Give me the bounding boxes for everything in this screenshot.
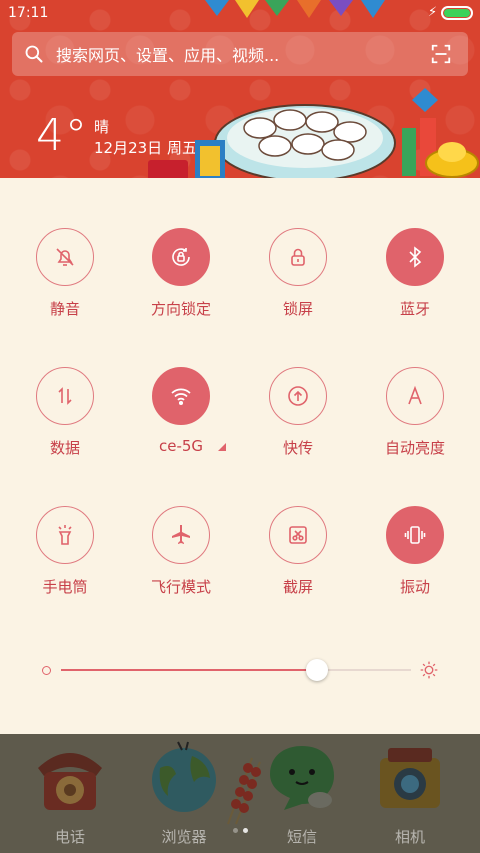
- tile-airplane[interactable]: 飞行模式: [126, 506, 236, 597]
- quick-share-toggle[interactable]: [269, 367, 327, 425]
- weather-temperature[interactable]: 4°: [36, 110, 88, 161]
- screenshot-button[interactable]: [269, 506, 327, 564]
- vibrate-toggle[interactable]: [386, 506, 444, 564]
- tile-quick-share[interactable]: 快传: [243, 367, 353, 458]
- tile-screenshot[interactable]: 截屏: [243, 506, 353, 597]
- airplane-toggle[interactable]: [152, 506, 210, 564]
- brightness-fill: [61, 669, 317, 671]
- wifi-icon: [171, 388, 191, 406]
- tile-lock-screen[interactable]: 锁屏: [243, 228, 353, 319]
- bluetooth-icon: [409, 246, 422, 268]
- tile-bluetooth[interactable]: 蓝牙: [360, 228, 470, 319]
- brightness-thumb[interactable]: [305, 659, 328, 681]
- flashlight-icon: [58, 525, 72, 545]
- tile-label-vibrate: 振动: [399, 578, 430, 596]
- status-bar: 17:11 ⚡: [0, 0, 480, 26]
- tile-wifi[interactable]: ce-5G: [126, 367, 236, 455]
- home-dock: 电话 浏览器 短信 相机: [0, 734, 480, 853]
- tile-mute[interactable]: 静音: [10, 228, 120, 319]
- flashlight-toggle[interactable]: [36, 506, 94, 564]
- camera-icon: [380, 748, 440, 808]
- dock-item-messages[interactable]: 短信: [242, 734, 362, 847]
- upload-icon: [288, 386, 308, 406]
- tile-label-bluetooth: 蓝牙: [399, 300, 430, 318]
- lock-screen-button[interactable]: [269, 228, 327, 286]
- dumplings-illustration: [148, 88, 479, 178]
- search-icon: [25, 45, 43, 63]
- tile-label-mute: 静音: [49, 300, 80, 318]
- tile-label-rotation-lock: 方向锁定: [150, 300, 211, 318]
- tile-flashlight[interactable]: 手电筒: [10, 506, 120, 597]
- tile-vibrate[interactable]: 振动: [360, 506, 470, 597]
- tile-label-lock-screen: 锁屏: [282, 300, 313, 318]
- tile-data[interactable]: 数据: [10, 367, 120, 458]
- dock-label-phone: 电话: [54, 828, 85, 846]
- tile-label-flashlight: 手电筒: [42, 578, 88, 596]
- tile-label-airplane: 飞行模式: [150, 578, 211, 596]
- wifi-network-name: ce-5G: [158, 437, 204, 455]
- lock-icon: [291, 248, 305, 266]
- globe-icon: [152, 741, 216, 812]
- search-bar[interactable]: 搜索网页、设置、应用、视频...: [12, 32, 468, 76]
- wifi-expand-corner-icon[interactable]: [218, 443, 226, 451]
- airplane-icon: [172, 525, 190, 544]
- tile-label-wifi: ce-5G: [126, 437, 236, 455]
- bluetooth-toggle[interactable]: [386, 228, 444, 286]
- letter-a-icon: [408, 385, 422, 405]
- mute-toggle[interactable]: [36, 228, 94, 286]
- search-placeholder[interactable]: 搜索网页、设置、应用、视频...: [56, 42, 430, 66]
- dock-label-browser: 浏览器: [161, 828, 207, 846]
- tile-rotation-lock[interactable]: 方向锁定: [126, 228, 236, 319]
- tile-label-quick-share: 快传: [282, 439, 313, 457]
- dock-label-messages: 短信: [286, 828, 317, 846]
- page-dot[interactable]: [242, 828, 248, 833]
- bell-off-icon: [56, 248, 74, 266]
- rotation-lock-toggle[interactable]: [152, 228, 210, 286]
- brightness-slider[interactable]: [0, 655, 480, 685]
- tile-auto-brightness[interactable]: 自动亮度: [360, 367, 470, 458]
- brightness-high-icon: [420, 661, 438, 679]
- page-dot[interactable]: [232, 828, 238, 833]
- notification-header: 17:11 ⚡ 搜索网页、设置、应用、视频... 4° 晴 12月23日 周五: [0, 0, 480, 178]
- rotary-phone-icon: [38, 753, 102, 810]
- charging-icon: ⚡: [428, 5, 438, 20]
- chat-bubble-icon: [270, 746, 334, 810]
- brightness-low-icon: [42, 666, 51, 675]
- dock-item-phone[interactable]: 电话: [10, 734, 130, 847]
- scan-icon[interactable]: [430, 43, 452, 65]
- tile-label-auto-brightness: 自动亮度: [384, 439, 445, 457]
- brightness-track[interactable]: [61, 669, 411, 671]
- scissors-icon: [289, 526, 307, 544]
- weather-condition: 晴: [94, 118, 110, 136]
- auto-brightness-toggle[interactable]: [386, 367, 444, 425]
- dock-item-camera[interactable]: 相机: [350, 734, 470, 847]
- rotation-lock-icon: [172, 248, 190, 266]
- battery-icon: [441, 6, 473, 20]
- tile-label-screenshot: 截屏: [282, 578, 313, 596]
- status-time: 17:11: [8, 5, 49, 21]
- dock-label-camera: 相机: [394, 828, 425, 846]
- vibrate-icon: [404, 526, 426, 544]
- battery-level-fill: [444, 9, 470, 17]
- tile-label-data: 数据: [49, 439, 80, 457]
- wifi-toggle[interactable]: [152, 367, 210, 425]
- data-toggle[interactable]: [36, 367, 94, 425]
- data-arrows-icon: [58, 387, 72, 405]
